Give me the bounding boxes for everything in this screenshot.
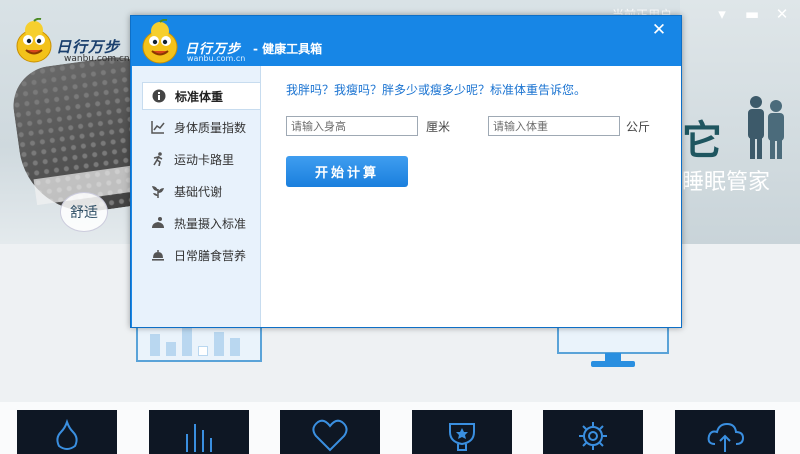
comfort-badge: 舒适 bbox=[60, 192, 108, 232]
height-input[interactable] bbox=[286, 116, 418, 136]
sidebar-item-label: 标准体重 bbox=[175, 89, 224, 104]
tile-gear-icon[interactable] bbox=[543, 410, 643, 454]
standard-weight-panel: 我胖吗？我瘦吗？胖多少或瘦多少呢？标准体重告诉您。 厘米 公斤 开始计算 bbox=[262, 66, 681, 327]
background-logo-url: wanbu.com.cn bbox=[64, 54, 130, 64]
sidebar-item-label: 运动卡路里 bbox=[174, 152, 235, 167]
sidebar-item-label: 身体质量指数 bbox=[174, 120, 247, 135]
dialog-logo-url: wanbu.com.cn bbox=[187, 54, 246, 63]
sprout-icon bbox=[150, 183, 166, 199]
dialog-close-icon[interactable]: ✕ bbox=[649, 20, 669, 40]
pear-mascot-icon bbox=[16, 18, 52, 63]
background-dropdown-icon[interactable]: ▬ bbox=[742, 4, 762, 24]
tool-sidebar: 标准体重 身体质量指数 运动卡路里 基础代谢 热量摄入标准 日常膳食营养 bbox=[132, 66, 261, 327]
sleep-manager-text: 睡眠管家 bbox=[682, 170, 771, 195]
tile-trophy-icon[interactable] bbox=[412, 410, 512, 454]
dish-cover-icon bbox=[150, 247, 166, 263]
background-logo: 日行万步 wanbu.com.cn bbox=[10, 14, 130, 64]
sidebar-item-bmi[interactable]: 身体质量指数 bbox=[142, 113, 260, 141]
line-chart-icon bbox=[150, 119, 166, 135]
health-toolbox-dialog: 日行万步 wanbu.com.cn - 健康工具箱 ✕ 标准体重 身体质量指数 bbox=[130, 15, 682, 328]
height-unit-label: 厘米 bbox=[426, 120, 451, 134]
tile-bar-chart-icon[interactable] bbox=[149, 410, 249, 454]
sidebar-item-label: 基础代谢 bbox=[174, 184, 223, 199]
dialog-title-prefix: - bbox=[253, 42, 258, 56]
background-minimize-icon[interactable]: ▾ bbox=[712, 4, 732, 24]
dialog-body: 标准体重 身体质量指数 运动卡路里 基础代谢 热量摄入标准 日常膳食营养 我胖吗… bbox=[132, 66, 681, 327]
pear-mascot-icon bbox=[142, 19, 178, 64]
dialog-title: - 健康工具箱 bbox=[253, 40, 322, 57]
start-calculation-button[interactable]: 开始计算 bbox=[286, 156, 408, 187]
sidebar-item-daily-nutrition[interactable]: 日常膳食营养 bbox=[142, 241, 260, 269]
info-icon bbox=[151, 88, 167, 104]
dialog-header: 日行万步 wanbu.com.cn - 健康工具箱 ✕ bbox=[131, 16, 681, 64]
people-silhouette-icon bbox=[748, 96, 784, 159]
sidebar-item-calorie-intake[interactable]: 热量摄入标准 bbox=[142, 209, 260, 237]
background-close-icon[interactable]: ✕ bbox=[772, 4, 792, 24]
sidebar-item-exercise-calories[interactable]: 运动卡路里 bbox=[142, 145, 260, 173]
food-intake-icon bbox=[150, 215, 166, 231]
dialog-title-text: 健康工具箱 bbox=[262, 42, 323, 56]
sidebar-item-label: 日常膳食营养 bbox=[174, 248, 247, 263]
tile-pear-icon[interactable] bbox=[17, 410, 117, 454]
sidebar-item-basal-metabolism[interactable]: 基础代谢 bbox=[142, 177, 260, 205]
weight-unit-label: 公斤 bbox=[626, 120, 651, 134]
sidebar-item-label: 热量摄入标准 bbox=[174, 216, 247, 231]
tile-cloud-upload-icon[interactable] bbox=[675, 410, 775, 454]
weight-input[interactable] bbox=[488, 116, 620, 136]
banner-slogan-glyph: 它 bbox=[682, 118, 722, 164]
intro-question: 我胖吗？我瘦吗？胖多少或瘦多少呢？标准体重告诉您。 bbox=[286, 83, 587, 97]
tile-heart-icon[interactable] bbox=[280, 410, 380, 454]
running-icon bbox=[150, 151, 166, 167]
sidebar-item-standard-weight[interactable]: 标准体重 bbox=[142, 82, 260, 110]
